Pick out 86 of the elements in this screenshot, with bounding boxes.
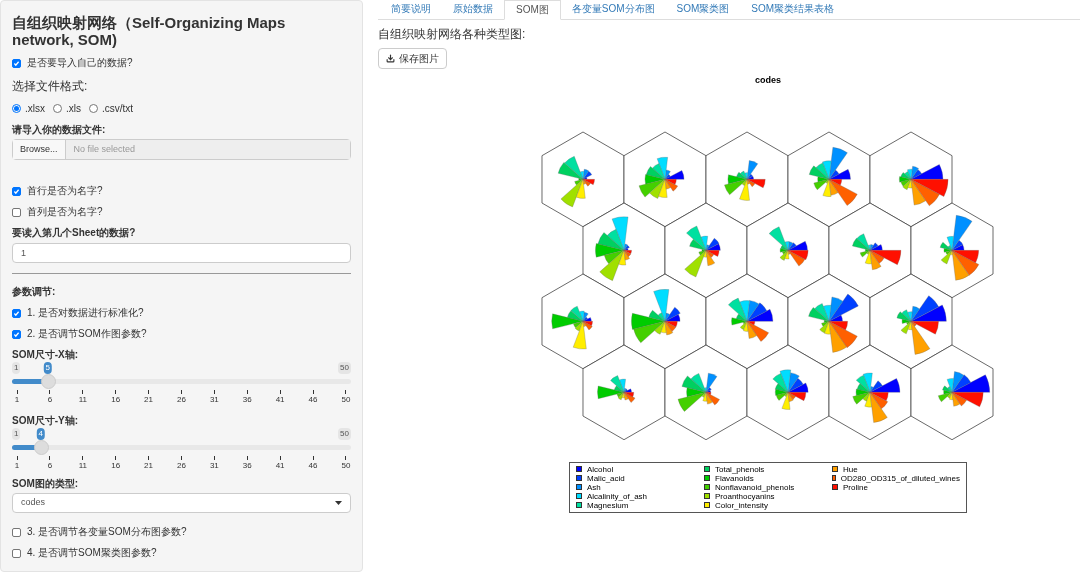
slider-track[interactable] (12, 440, 351, 455)
legend-label: Alcohol (587, 464, 614, 474)
checkbox-label: 首列是否为名字? (27, 206, 103, 218)
checkbox[interactable] (12, 58, 21, 68)
plot-type-dropdown[interactable]: codes (12, 493, 351, 513)
save-image-button[interactable]: 保存图片 (378, 48, 447, 69)
legend-label: Ash (587, 482, 601, 492)
radio-button[interactable] (53, 104, 62, 113)
legend-label: Nonflavanoid_phenols (715, 482, 795, 492)
tick-label: 6 (44, 456, 55, 472)
tab[interactable]: 各变量SOM分布图 (560, 0, 666, 19)
tick-label: 26 (176, 390, 187, 406)
legend-label: Proline (843, 482, 868, 492)
tick-label: 31 (209, 456, 220, 472)
slider-track[interactable] (12, 374, 351, 389)
tick-label: 46 (308, 390, 318, 406)
checkbox-label: 是否要导入自己的数据? (27, 57, 133, 69)
tick-label: 16 (110, 390, 121, 406)
tick-label: 36 (242, 456, 253, 472)
tab[interactable]: SOM图 (504, 0, 561, 20)
slider-label: SOM尺寸-Y轴: (12, 415, 80, 427)
radio-button[interactable] (89, 104, 98, 113)
tick-label: 46 (308, 456, 318, 472)
slider-handle[interactable] (33, 440, 49, 455)
tick-label: 36 (242, 390, 253, 406)
tick-label: 41 (275, 456, 286, 472)
radio-label: .csv/txt (102, 102, 134, 116)
legend-label: Malic_acid (587, 473, 625, 483)
tab[interactable]: 简要说明 (380, 0, 442, 19)
checkbox-label: 2. 是否调节SOM作图参数? (27, 328, 147, 340)
checkbox-label: 3. 是否调节各变量SOM分布图参数? (27, 526, 187, 538)
checkbox-label: 首行是否为名字? (27, 185, 103, 197)
tick-label: 6 (44, 390, 55, 406)
tick-label: 1 (12, 456, 22, 472)
section-heading: 自组织映射网络各种类型图: (378, 26, 527, 43)
plot-title: codes (755, 74, 781, 87)
checkbox[interactable] (12, 308, 21, 318)
checkbox[interactable] (12, 548, 21, 558)
tick-label: 50 (340, 390, 351, 406)
sheet-number-field[interactable]: 1 (12, 243, 351, 263)
caret-icon (335, 501, 342, 505)
checkbox[interactable] (12, 186, 21, 196)
checkbox[interactable] (12, 329, 21, 339)
tick-label: 21 (143, 456, 154, 472)
slider-handle[interactable] (40, 374, 56, 389)
legend-label: OD280_OD315_of_diluted_wines (840, 473, 960, 483)
tick-label: 16 (110, 456, 121, 472)
tick-label: 31 (209, 390, 220, 406)
field-label: SOM图的类型: (12, 478, 80, 490)
tick-label: 11 (77, 456, 88, 472)
radio-label: .xls (66, 102, 81, 116)
tab[interactable]: SOM聚类图 (665, 0, 741, 19)
legend-label: Magnesium (587, 500, 629, 510)
section-label: 参数调节: (12, 286, 57, 298)
slider-value: 5 (43, 362, 52, 374)
slider-max: 50 (338, 428, 351, 440)
slider-max: 50 (338, 362, 351, 374)
tick-label: 26 (176, 456, 187, 472)
slider-value: 4 (36, 428, 45, 440)
tick-label: 1 (12, 390, 22, 406)
radio-button[interactable] (12, 104, 21, 113)
tick-label: 21 (143, 390, 154, 406)
legend-label: Hue (843, 464, 858, 474)
app-title: 自组织映射网络（Self-Organizing Maps network, SOM) (12, 14, 287, 48)
tick-label: 50 (340, 456, 351, 472)
field-label: 请导入你的数据文件: (12, 124, 107, 136)
slider-min: 1 (12, 362, 21, 374)
checkbox[interactable] (12, 527, 21, 537)
tick-label: 41 (275, 390, 286, 406)
legend-label: Color_intensity (715, 500, 768, 510)
legend-label: Total_phenols (715, 464, 765, 474)
checkbox-label: 1. 是否对数据进行标准化? (27, 307, 144, 319)
tick-label: 11 (77, 390, 88, 406)
checkbox[interactable] (12, 207, 21, 217)
slider-min: 1 (12, 428, 21, 440)
field-label: 要读入第几个Sheet的数据? (12, 227, 137, 239)
tab[interactable]: 原始数据 (442, 0, 504, 19)
section-label: 选择文件格式: (12, 78, 89, 95)
checkbox-label: 4. 是否调节SOM聚类图参数? (27, 547, 157, 559)
legend-label: Alcalinity_of_ash (587, 491, 648, 501)
download-icon (386, 54, 395, 63)
radio-label: .xlsx (25, 102, 45, 116)
legend-label: Proanthocyanins (715, 491, 775, 501)
tab[interactable]: SOM聚类结果表格 (740, 0, 846, 19)
slider-label: SOM尺寸-X轴: (12, 349, 80, 361)
legend-label: Flavanoids (715, 473, 754, 483)
